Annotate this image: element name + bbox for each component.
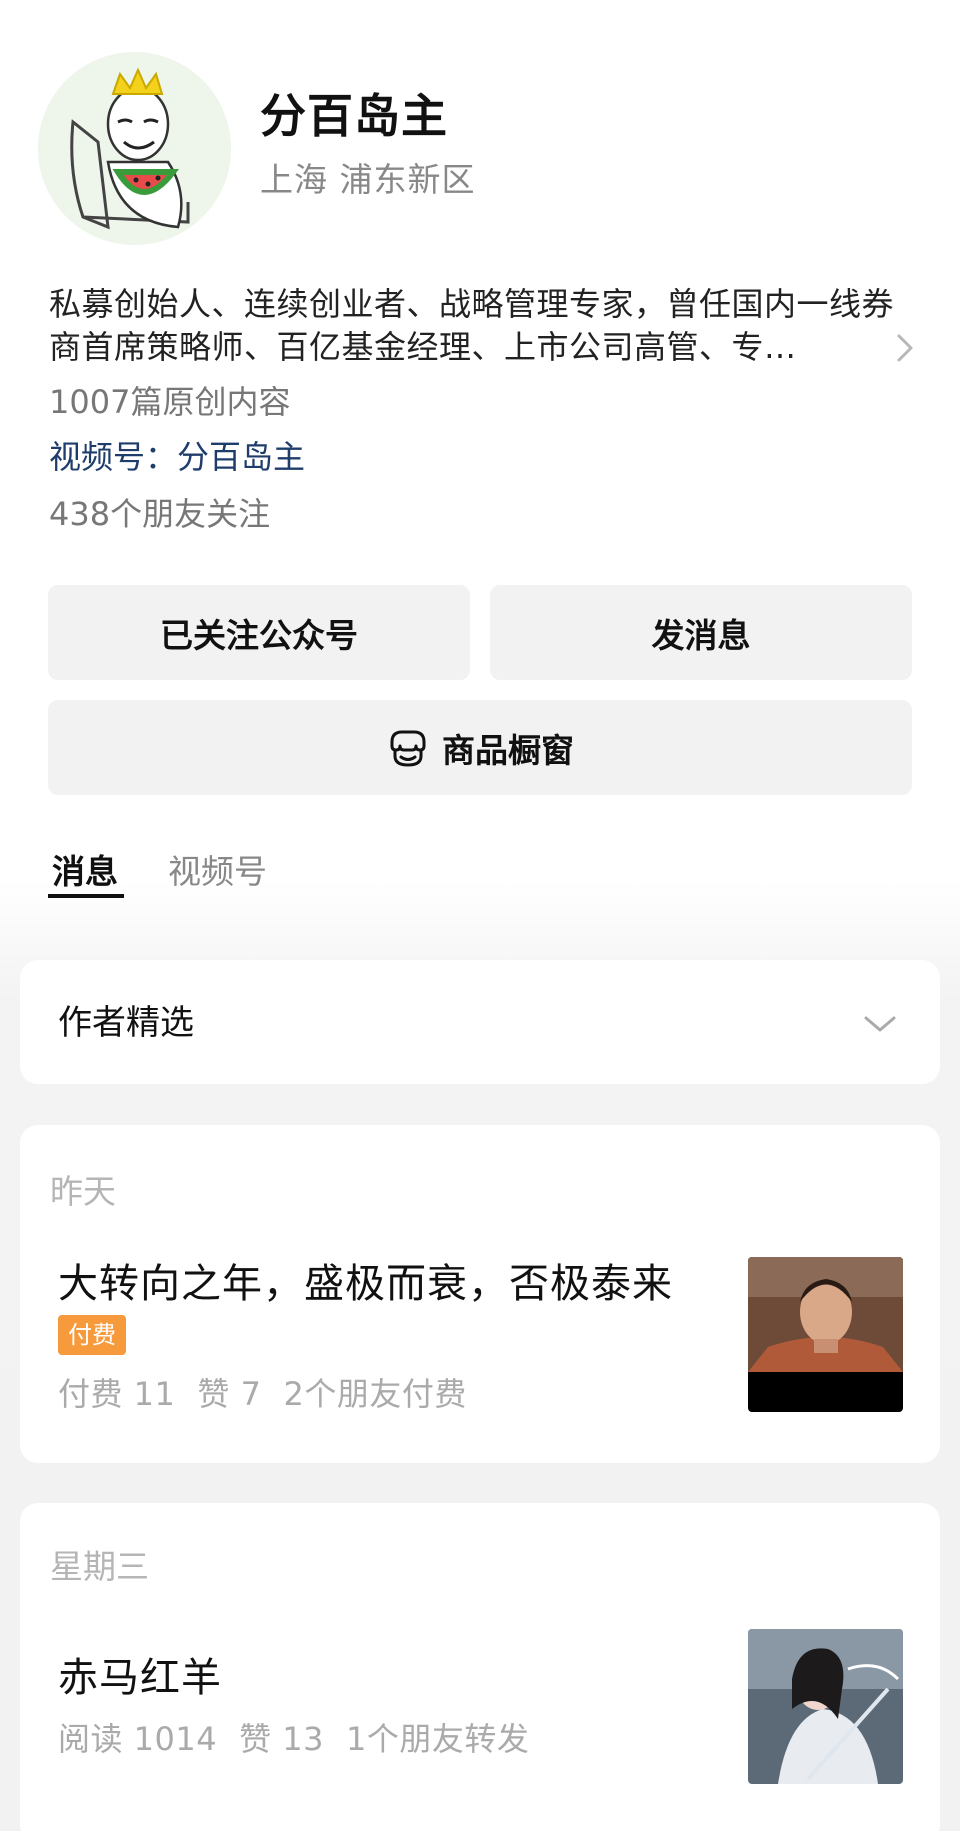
article-day-label: 昨天: [50, 1172, 116, 1211]
friends-following-count[interactable]: 438个朋友关注: [49, 492, 270, 536]
chevron-down-icon: [864, 1016, 896, 1032]
avatar-illustration: [38, 52, 231, 245]
author-featured-dropdown[interactable]: 作者精选: [20, 960, 940, 1084]
article-thumbnail[interactable]: [748, 1257, 903, 1412]
chevron-right-icon[interactable]: [890, 330, 920, 366]
article-meta: 付费 11 赞 7 2个朋友付费: [58, 1372, 489, 1416]
article-day-label: 星期三: [50, 1547, 149, 1586]
article-read-count: 阅读 1014: [58, 1720, 218, 1758]
shop-window-label: 商品橱窗: [442, 730, 574, 770]
article-pay-count: 付费 11: [58, 1375, 176, 1413]
article-like-count: 赞 7: [197, 1375, 262, 1413]
article-title[interactable]: 大转向之年，盛极而衰，否极泰来: [58, 1257, 673, 1311]
article-card[interactable]: 昨天 大转向之年，盛极而衰，否极泰来 付费 付费 11 赞 7 2个朋友付费: [20, 1125, 940, 1463]
article-like-count: 赞 13: [239, 1720, 325, 1758]
article-thumbnail[interactable]: [748, 1629, 903, 1784]
tab-video-channel[interactable]: 视频号: [168, 848, 267, 896]
original-content-count[interactable]: 1007篇原创内容: [49, 380, 290, 424]
active-tab-indicator: [48, 894, 124, 898]
shop-window-button[interactable]: 商品橱窗: [48, 700, 912, 795]
article-friend-activity: 2个朋友付费: [283, 1375, 467, 1413]
paid-badge: 付费: [58, 1315, 126, 1355]
account-location: 上海 浦东新区: [260, 160, 476, 199]
shop-icon: [390, 730, 426, 767]
account-name: 分百岛主: [260, 89, 448, 143]
send-message-button[interactable]: 发消息: [490, 585, 912, 680]
author-featured-label: 作者精选: [58, 1003, 194, 1043]
article-thumbnail-image: [748, 1257, 903, 1412]
followed-account-button[interactable]: 已关注公众号: [48, 585, 470, 680]
tab-messages[interactable]: 消息: [52, 848, 118, 896]
article-thumbnail-image: [748, 1629, 903, 1784]
account-bio[interactable]: 私募创始人、连续创业者、战略管理专家，曾任国内一线券商首席策略师、百亿基金经理、…: [49, 283, 899, 369]
followed-account-label: 已关注公众号: [160, 615, 358, 655]
video-channel-link[interactable]: 视频号：分百岛主: [49, 435, 305, 479]
article-title[interactable]: 赤马红羊: [58, 1651, 222, 1705]
avatar[interactable]: [38, 52, 231, 245]
send-message-label: 发消息: [651, 615, 751, 655]
article-card[interactable]: 星期三 赤马红羊 阅读 1014 赞 13 1个朋友转发: [20, 1503, 940, 1831]
article-friend-activity: 1个朋友转发: [346, 1720, 530, 1758]
article-meta: 阅读 1014 赞 13 1个朋友转发: [58, 1717, 551, 1761]
